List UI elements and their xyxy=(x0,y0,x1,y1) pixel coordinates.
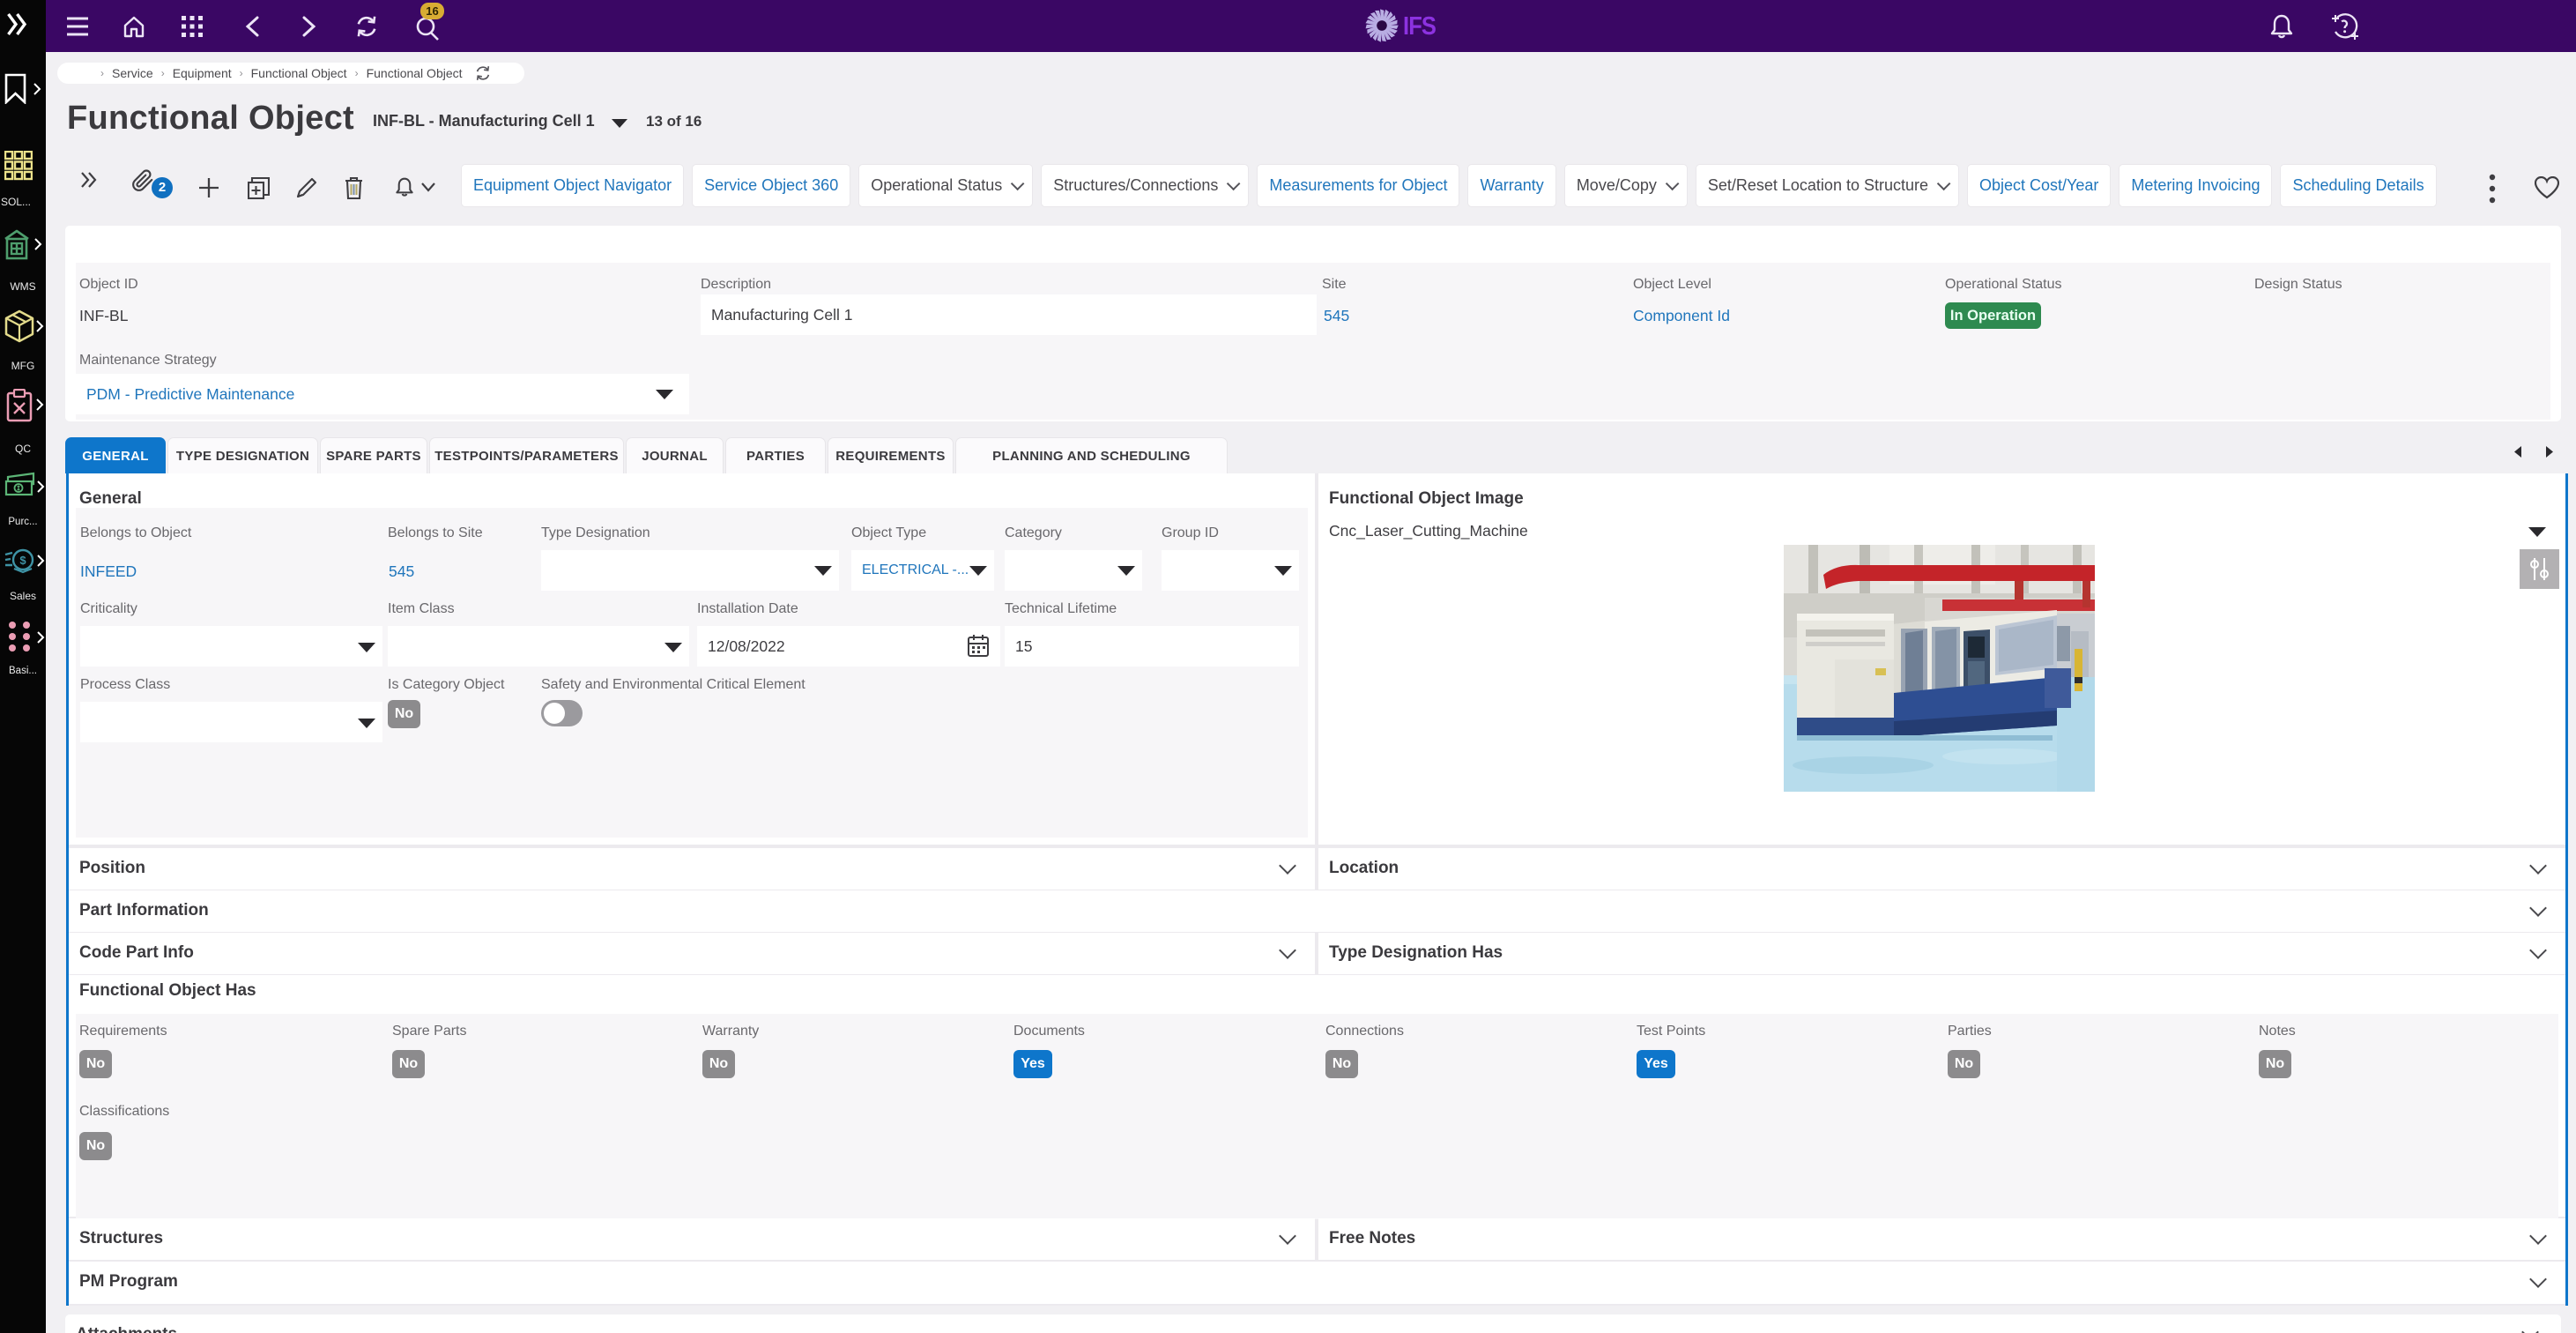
svg-text:$: $ xyxy=(19,554,26,567)
